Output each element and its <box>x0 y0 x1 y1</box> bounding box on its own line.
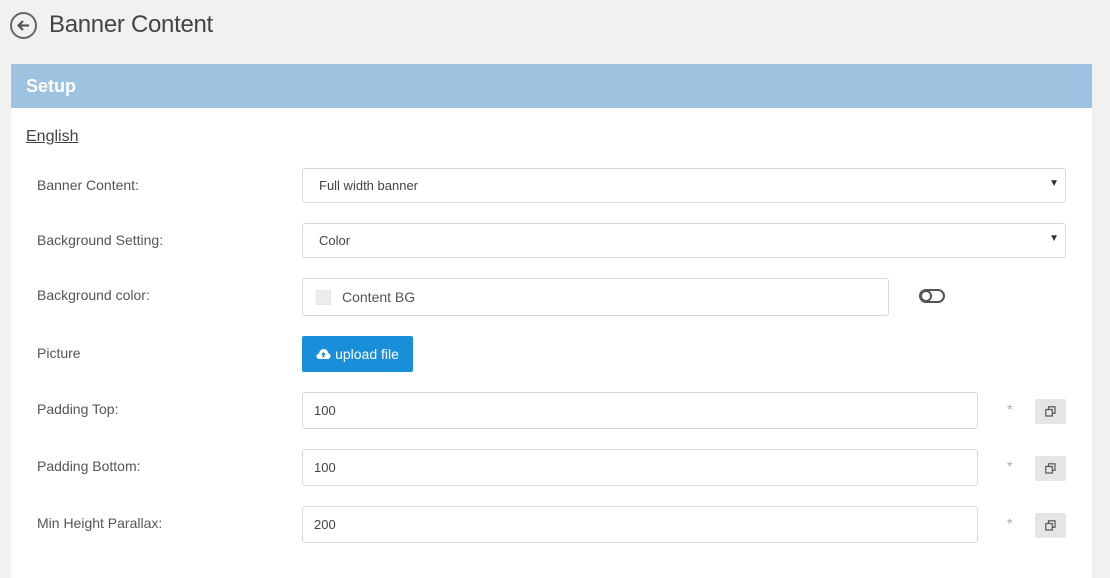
cloud-upload-icon <box>316 349 331 359</box>
min-height-parallax-label: Min Height Parallax: <box>37 515 163 531</box>
page-title: Banner Content <box>49 11 213 38</box>
required-asterisk-icon: * <box>1007 515 1013 531</box>
min-height-parallax-value: 200 <box>314 517 336 532</box>
panel-heading: Setup <box>11 64 1092 108</box>
back-button[interactable] <box>10 11 37 39</box>
dropdown-caret-icon: ▼ <box>1049 233 1059 244</box>
toggle-knob-icon <box>920 290 932 302</box>
padding-top-value: 100 <box>314 403 336 418</box>
required-asterisk-icon: * <box>1007 401 1013 417</box>
banner-content-label: Banner Content: <box>37 177 139 193</box>
back-arrow-icon <box>17 19 29 31</box>
picture-label: Picture <box>37 345 81 361</box>
background-color-label: Background color: <box>37 287 150 303</box>
padding-bottom-input[interactable]: 100 <box>302 449 978 486</box>
padding-top-input[interactable]: 100 <box>302 392 978 429</box>
copy-icon <box>1045 406 1056 417</box>
min-height-parallax-input[interactable]: 200 <box>302 506 978 543</box>
copy-icon <box>1045 463 1056 474</box>
copy-button[interactable] <box>1035 456 1066 481</box>
background-setting-value: Color <box>319 233 351 248</box>
setup-panel: Setup English Banner Content: Full width… <box>11 64 1092 578</box>
background-setting-label: Background Setting: <box>37 232 164 248</box>
required-asterisk-icon: * <box>1007 458 1013 474</box>
banner-content-select[interactable]: Full width banner ▼ <box>302 168 1066 203</box>
copy-icon <box>1045 520 1056 531</box>
background-color-value: Content BG <box>342 289 416 305</box>
page-header: Banner Content <box>10 8 213 42</box>
background-setting-select[interactable]: Color ▼ <box>302 223 1066 258</box>
copy-button[interactable] <box>1035 399 1066 424</box>
language-tab-english[interactable]: English <box>26 128 78 146</box>
padding-top-label: Padding Top: <box>37 401 119 417</box>
padding-bottom-label: Padding Bottom: <box>37 458 141 474</box>
padding-bottom-value: 100 <box>314 460 336 475</box>
color-swatch[interactable] <box>316 289 331 305</box>
banner-content-value: Full width banner <box>319 178 418 193</box>
dropdown-caret-icon: ▼ <box>1049 178 1059 189</box>
background-color-toggle[interactable] <box>919 289 945 303</box>
background-color-picker[interactable]: Content BG <box>302 278 889 316</box>
copy-button[interactable] <box>1035 513 1066 538</box>
upload-file-label: upload file <box>335 346 399 362</box>
upload-file-button[interactable]: upload file <box>302 336 413 372</box>
